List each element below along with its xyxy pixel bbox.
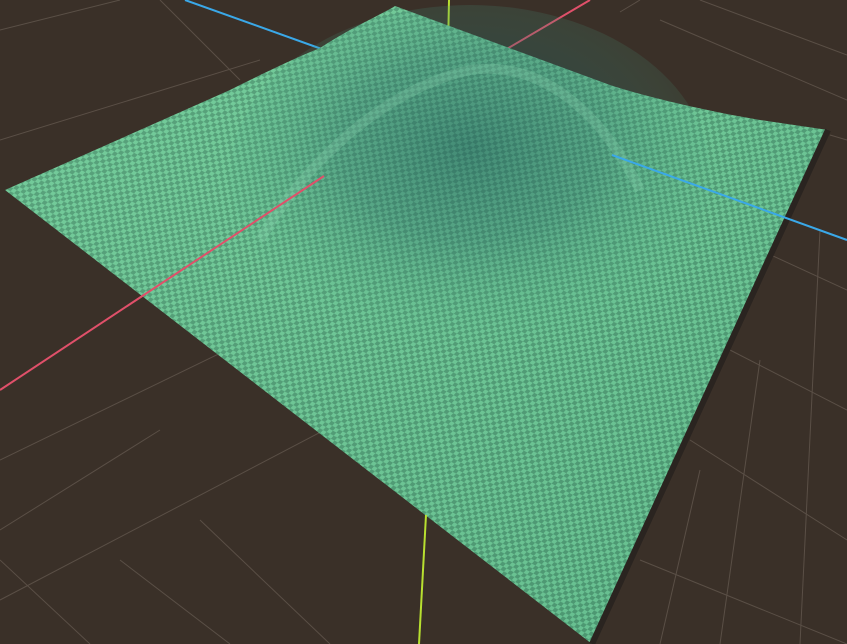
- 3d-viewport[interactable]: [0, 0, 847, 644]
